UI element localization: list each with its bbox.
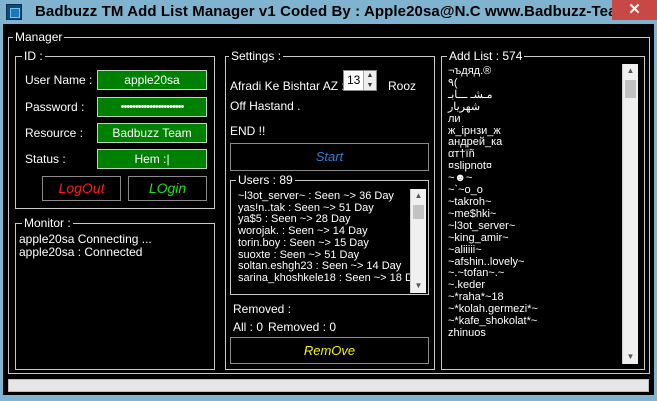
window-title: Badbuzz TM Add List Manager v1 Coded By … [35,3,650,20]
title-bar: Badbuzz TM Add List Manager v1 Coded By … [0,0,657,24]
scroll-thumb[interactable] [625,80,636,98]
list-item[interactable]: ~l3ot_server~ [443,220,638,233]
list-item[interactable]: ~king_amir~ [443,232,638,245]
list-item[interactable]: ~l3ot_server~ : Seen ~> 36 Day [233,190,426,203]
app-icon [6,4,22,20]
off-label: Off Hastand . [230,99,301,113]
stepper-down-icon[interactable]: ▼ [364,81,376,91]
scroll-thumb[interactable] [413,205,424,219]
resource-input[interactable]: Badbuzz Team [97,123,207,143]
scroll-down-icon[interactable]: ▼ [623,350,638,364]
removed-count: Removed : 0 [268,320,337,334]
afradi-label: Afradi Ke Bishtar AZ : [230,79,345,93]
days-stepper[interactable]: 13 ▲ ▼ [343,70,377,91]
users-scrollbar[interactable]: ▲ ▼ [410,189,426,293]
password-input[interactable]: •••••••••••••••••••••• [97,97,207,117]
end-label: END !! [230,124,266,138]
scroll-up-icon[interactable]: ▲ [623,64,638,78]
add-list[interactable]: ¬ъдяд.® ٩( مـشـ ـــابـ شهریار ли ж_ірнзи… [443,64,638,364]
days-value: 13 [347,73,361,87]
username-input[interactable]: apple20sa [97,70,207,90]
list-item[interactable]: torin.boy : Seen ~> 15 Day [233,237,426,250]
progress-bar [8,379,649,392]
add-list-legend: Add List : 574 [447,49,525,63]
list-item[interactable]: مـشـ ـــابـ [443,89,638,102]
username-label: User Name : [25,73,93,87]
monitor-log: apple20sa Connecting ... apple20sa : Con… [19,233,152,259]
list-item[interactable]: ли [443,113,638,126]
status-label: Status : [25,152,66,166]
list-item[interactable]: ~aliiiii~ [443,244,638,257]
list-item[interactable]: شهریار [443,101,638,114]
stepper-arrows[interactable]: ▲ ▼ [363,71,376,90]
id-legend: ID : [22,49,45,63]
logout-button[interactable]: LogOut [42,176,121,201]
removed-label: Removed : [233,302,292,316]
list-item[interactable]: ¬ъдяд.® [443,65,638,78]
rooz-label: Rooz [388,79,417,93]
users-list[interactable]: ~l3ot_server~ : Seen ~> 36 Day yas!n..ta… [233,189,426,293]
scroll-up-icon[interactable]: ▲ [411,189,426,203]
scroll-down-icon[interactable]: ▼ [411,279,426,293]
monitor-line: apple20sa : Connected [19,245,143,259]
add-list-scrollbar[interactable]: ▲ ▼ [622,64,638,364]
start-button[interactable]: Start [230,143,429,171]
status-input[interactable]: Hem :| [97,149,207,169]
resource-label: Resource : [25,126,84,140]
close-button[interactable]: ✕ [612,0,657,20]
monitor-legend: Monitor : [22,216,73,230]
users-legend: Users : 89 [236,173,295,187]
list-item[interactable]: ~me$hki~ [443,208,638,221]
settings-legend: Settings : [229,49,284,63]
password-label: Password : [25,100,85,114]
all-count: All : 0 [233,320,264,334]
remove-button[interactable]: RemOve [230,337,429,364]
manager-legend: Manager [13,30,65,44]
stepper-up-icon[interactable]: ▲ [364,71,376,81]
list-item[interactable]: sarina_khoshkele18 : Seen ~> 18 Day [233,272,426,285]
list-item[interactable]: ¤slipnot¤ [443,160,638,173]
list-item[interactable]: zhinuos [443,327,638,340]
login-button[interactable]: LOgin [128,176,207,201]
